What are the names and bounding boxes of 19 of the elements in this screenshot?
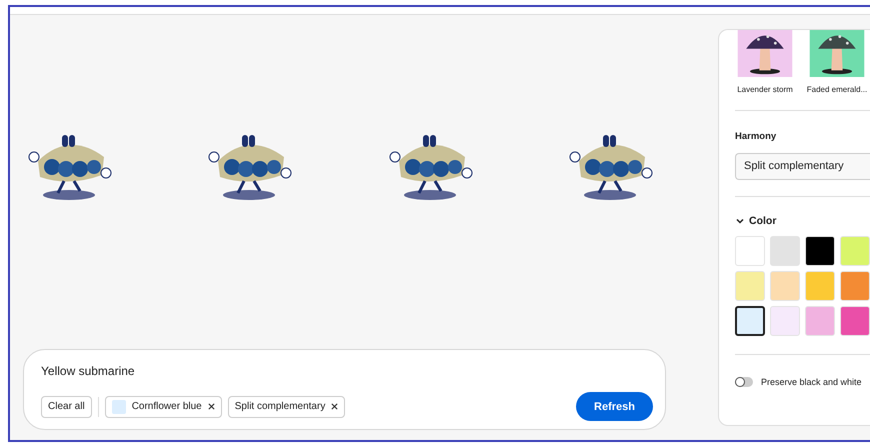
prompt-box[interactable]: Yellow submarine Clear all Cornflower blue Split complementary Refresh: [23, 349, 666, 430]
harmony-label: Harmony: [735, 131, 778, 142]
toggle-switch[interactable]: [735, 377, 753, 387]
filter-chip[interactable]: Split complementary: [228, 396, 346, 418]
toggle-label: Preserve black and white: [761, 377, 862, 387]
refresh-button[interactable]: Refresh: [576, 392, 653, 421]
close-icon[interactable]: [331, 403, 338, 410]
color-heading: Color: [749, 215, 776, 227]
color-swatch[interactable]: [735, 306, 765, 336]
chip-label: Cornflower blue: [132, 401, 202, 412]
filter-chip[interactable]: Cornflower blue: [104, 396, 222, 418]
style-label[interactable]: Faded emerald...: [806, 85, 868, 94]
close-icon[interactable]: [208, 403, 215, 410]
harmony-dropdown[interactable]: Split complementary: [735, 153, 870, 180]
prompt-text: Yellow submarine: [41, 364, 136, 378]
clear-all-button[interactable]: Clear all: [41, 396, 92, 418]
chevron-icon[interactable]: [735, 216, 745, 226]
style-label[interactable]: Lavender storm: [737, 85, 793, 94]
chip-label: Split complementary: [234, 401, 326, 412]
